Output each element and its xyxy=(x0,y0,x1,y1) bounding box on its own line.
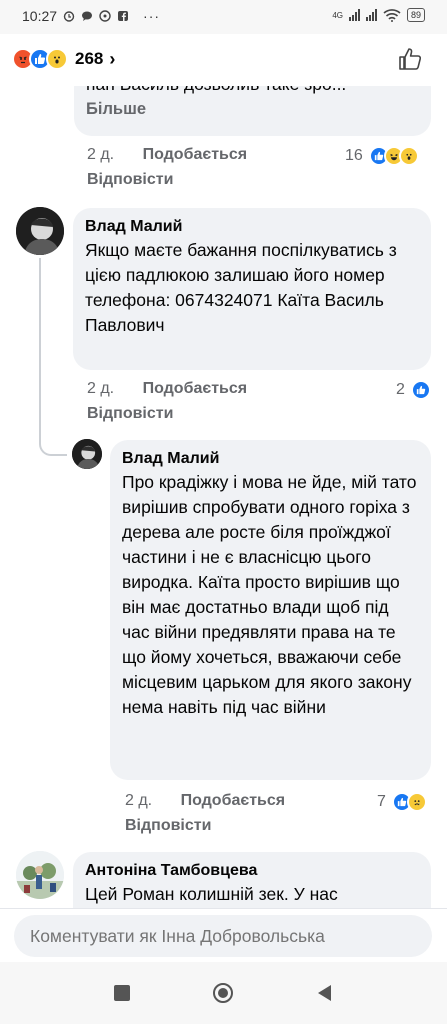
reply-button[interactable]: Відповісти xyxy=(125,817,211,835)
comment-actions: 2 д. Подобається xyxy=(87,380,247,398)
reaction-count: 7 xyxy=(377,793,386,810)
comment-bubble[interactable]: Антоніна Тамбовцева Цей Роман колишній з… xyxy=(73,852,431,908)
reaction-total: 268 xyxy=(75,49,104,68)
status-left: 10:27 ··· xyxy=(22,8,160,24)
see-more-link[interactable]: Більше xyxy=(86,97,419,122)
like-icon xyxy=(410,380,431,400)
reactions-summary[interactable]: 268 › xyxy=(12,48,115,70)
avatar[interactable] xyxy=(72,439,102,469)
comment-input[interactable] xyxy=(14,915,432,957)
comment-author[interactable]: Влад Малий xyxy=(122,448,419,470)
back-icon[interactable] xyxy=(314,982,336,1004)
alarm-icon xyxy=(63,11,75,22)
signal-icon xyxy=(348,9,360,21)
comment-age: 2 д. xyxy=(125,792,153,809)
comments-list: пан Василь дозволив таке зро... Більше 2… xyxy=(0,86,447,908)
reply-button[interactable]: Відповісти xyxy=(87,171,173,189)
reactions-header: 268 › xyxy=(0,34,447,86)
wifi-icon xyxy=(383,8,401,22)
comment-age: 2 д. xyxy=(87,380,115,397)
status-more: ··· xyxy=(143,8,161,24)
comment-bubble[interactable]: Влад Малий Якщо маєте бажання поспілкува… xyxy=(73,208,431,370)
like-button[interactable]: Подобається xyxy=(143,146,248,163)
facebook-icon xyxy=(118,11,129,21)
thread-line xyxy=(39,258,41,438)
comment-reactions[interactable]: 2 xyxy=(396,380,431,400)
like-button[interactable]: Подобається xyxy=(181,792,286,809)
comment-composer xyxy=(0,908,447,963)
comment-text: Якщо маєте бажання поспілкуватись з цією… xyxy=(85,240,397,335)
home-icon[interactable] xyxy=(212,982,234,1004)
comment-reactions[interactable]: 16 xyxy=(345,146,419,166)
chat-icon xyxy=(82,11,93,21)
reaction-count: 16 xyxy=(345,147,363,164)
signal2-icon xyxy=(365,9,377,21)
sad-icon xyxy=(406,792,427,812)
like-button[interactable]: Подобається xyxy=(143,380,248,397)
comment-author[interactable]: Влад Малий xyxy=(85,216,419,238)
avatar[interactable] xyxy=(16,207,64,255)
status-right: 4G 89 xyxy=(332,8,425,22)
comment-actions: 2 д. Подобається xyxy=(125,792,285,810)
comment-age: 2 д. xyxy=(87,146,115,163)
comment-reactions[interactable]: 7 xyxy=(377,792,427,812)
reaction-count: 2 xyxy=(396,381,405,398)
status-bar: 10:27 ··· 4G 89 xyxy=(0,0,447,34)
comment-text: пан Василь дозволив таке зро... xyxy=(86,86,419,97)
comment-text: Про крадіжку і мова не йде, мій тато вир… xyxy=(122,472,417,717)
wow-icon xyxy=(46,48,68,70)
wow-icon xyxy=(398,146,419,166)
comment-text: Цей Роман колишній зек. У нас xyxy=(85,884,338,904)
comment-bubble[interactable]: пан Василь дозволив таке зро... Більше xyxy=(74,86,431,136)
comment-actions: 2 д. Подобається xyxy=(87,146,247,164)
reply-button[interactable]: Відповісти xyxy=(87,405,173,423)
recents-icon[interactable] xyxy=(111,982,133,1004)
system-nav-bar xyxy=(0,962,447,1024)
thread-connector xyxy=(39,426,67,456)
chevron-right-icon: › xyxy=(109,48,116,69)
comment-bubble[interactable]: Влад Малий Про крадіжку і мова не йде, м… xyxy=(110,440,431,780)
battery-icon: 89 xyxy=(406,8,425,22)
like-outline-icon[interactable] xyxy=(397,46,423,72)
viber-icon xyxy=(99,10,111,22)
status-time: 10:27 xyxy=(22,8,58,24)
comment-author[interactable]: Антоніна Тамбовцева xyxy=(85,860,419,882)
avatar[interactable] xyxy=(16,851,64,899)
network-label: 4G xyxy=(332,10,343,20)
